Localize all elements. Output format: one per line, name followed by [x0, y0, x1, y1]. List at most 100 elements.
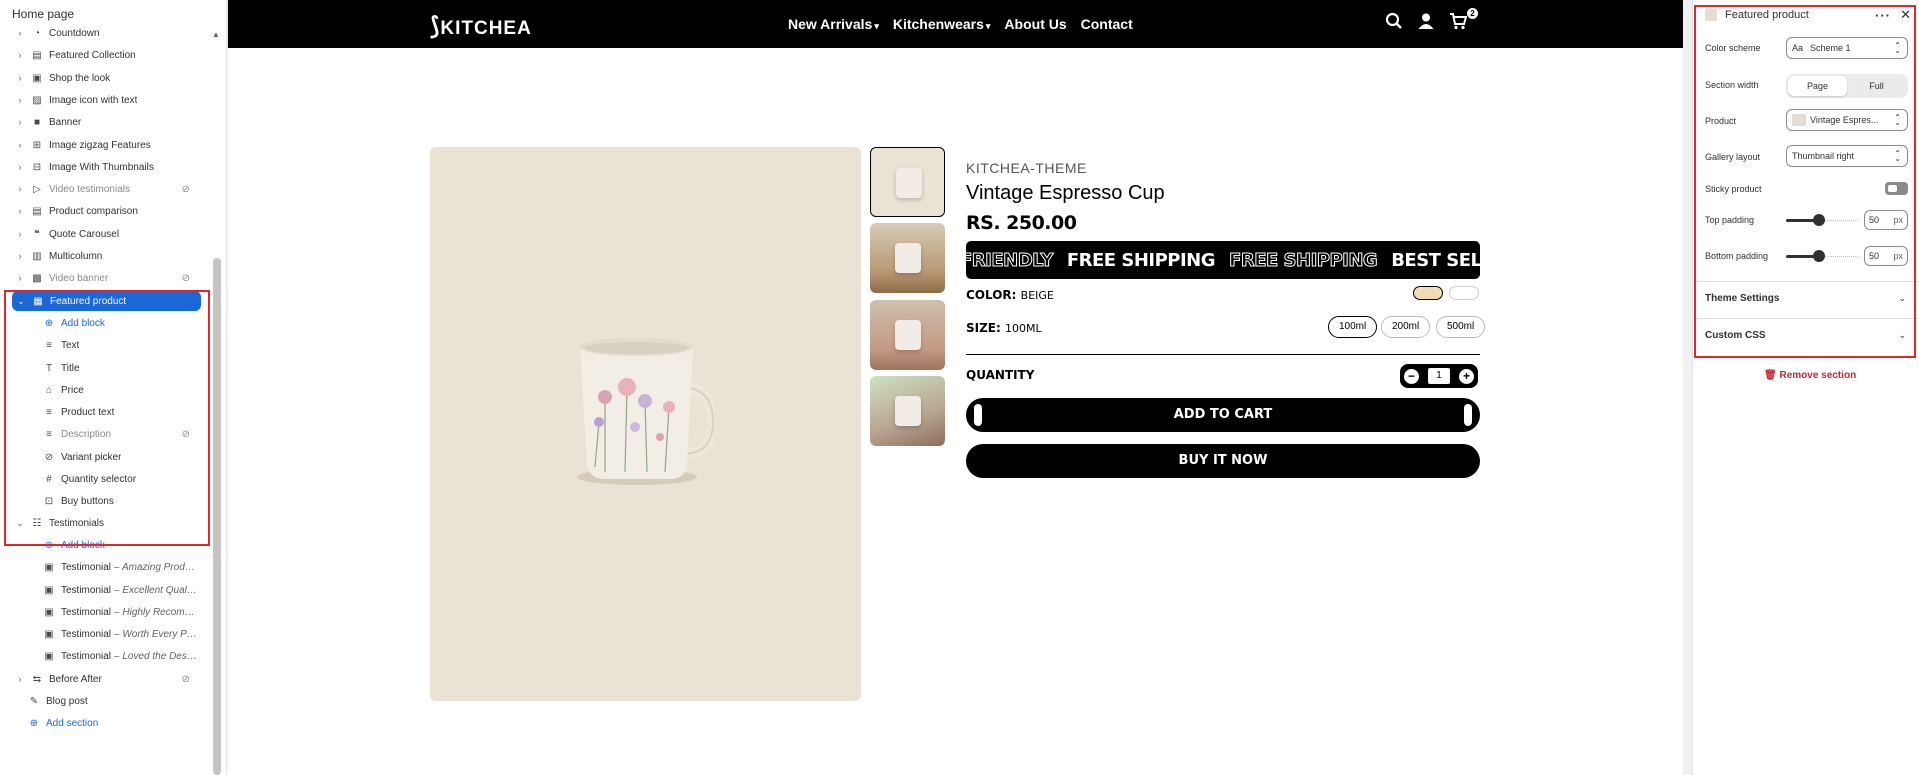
add-to-cart-button[interactable]: ADD TO CART — [966, 398, 1480, 432]
item-label: Featured Collection — [49, 49, 136, 61]
add-section-button[interactable]: ⊕ Add section — [0, 713, 210, 733]
chevron-right-icon[interactable]: › — [15, 251, 25, 261]
chevron-right-icon[interactable]: › — [15, 28, 25, 38]
hidden-eye-icon[interactable]: ⊘ — [182, 674, 190, 685]
chevron-right-icon[interactable]: › — [15, 73, 25, 83]
buy-now-button[interactable]: BUY IT NOW — [966, 444, 1480, 478]
size-button-200ml[interactable]: 200ml — [1381, 316, 1431, 338]
section-item-testimonials[interactable]: ⌄ ☷ Testimonials — [0, 513, 210, 533]
quantity-input[interactable]: 1 — [1428, 368, 1450, 384]
chevron-right-icon[interactable]: › — [15, 674, 25, 684]
nav-link[interactable]: Contact — [1081, 16, 1133, 32]
account-icon[interactable] — [1417, 12, 1435, 35]
section-item[interactable]: ✎ Blog post — [0, 691, 210, 711]
close-icon[interactable]: ✕ — [1900, 7, 1911, 23]
cart-icon[interactable] — [1449, 12, 1468, 35]
block-item[interactable]: T Title — [0, 358, 210, 378]
color-scheme-select[interactable]: Aa Scheme 1 ⌃ ⌄ — [1786, 37, 1908, 59]
section-item[interactable]: › ■ Banner — [0, 112, 210, 132]
size-button-100ml[interactable]: 100ml — [1328, 316, 1378, 338]
product-thumbnail[interactable] — [870, 300, 945, 370]
chevron-right-icon[interactable]: › — [15, 117, 25, 127]
minus-icon[interactable]: − — [1404, 368, 1419, 384]
section-item[interactable]: › ▤ Product comparison — [0, 201, 210, 221]
add-block-button[interactable]: ⊕ Add block — [0, 313, 210, 333]
color-swatch-beige[interactable] — [1413, 286, 1443, 300]
section-item[interactable]: › ▥ Multicolumn — [0, 246, 210, 266]
sticky-product-toggle[interactable] — [1885, 182, 1908, 195]
item-label: Title — [61, 362, 80, 374]
testimonial-block-item[interactable]: ▣ Testimonial – Highly Recomme... — [0, 602, 210, 622]
product-main-image[interactable] — [430, 147, 861, 701]
chevron-right-icon[interactable]: › — [15, 50, 25, 60]
chevron-right-icon[interactable]: › — [15, 140, 25, 150]
section-item[interactable]: › ▨ Image icon with text — [0, 90, 210, 110]
chevron-down-icon[interactable]: ⌄ — [16, 296, 26, 307]
testimonials-icon: ☷ — [32, 517, 42, 529]
chevron-right-icon[interactable]: › — [15, 184, 25, 194]
product-thumbnail[interactable] — [870, 223, 945, 293]
block-item[interactable]: ≡ Description ⊘ — [0, 424, 210, 444]
theme-settings-accordion[interactable]: Theme Settings ⌄ — [1705, 293, 1908, 304]
size-button-500ml[interactable]: 500ml — [1436, 316, 1486, 338]
product-picker[interactable]: Vintage Espres... ⌃ ⌄ — [1786, 109, 1908, 131]
slider-knob[interactable] — [1813, 250, 1825, 262]
hidden-eye-icon[interactable]: ⊘ — [182, 184, 190, 195]
product-thumbnail[interactable] — [870, 147, 945, 217]
section-item[interactable]: › ◔ Countdown — [0, 23, 210, 43]
thumbnail-cup-image — [895, 320, 921, 350]
section-item[interactable]: › ▣ Shop the look — [0, 68, 210, 88]
testimonial-block-item[interactable]: ▣ Testimonial – Loved the Design! — [0, 646, 210, 666]
section-width-page[interactable]: Page — [1788, 76, 1847, 96]
section-item[interactable]: › ❝ Quote Carousel — [0, 224, 210, 244]
color-swatch-white[interactable] — [1449, 286, 1479, 300]
banner-icon: ■ — [33, 116, 41, 128]
chevron-down-icon[interactable]: ⌄ — [15, 518, 25, 529]
block-item[interactable]: ⌂ Price — [0, 380, 210, 400]
nav-link[interactable]: Kitchenwears ▾ — [893, 16, 991, 32]
block-item[interactable]: ≡ Text — [0, 335, 210, 355]
chevron-right-icon[interactable]: › — [15, 162, 25, 172]
gallery-layout-select[interactable]: Thumbnail right ⌃ ⌄ — [1786, 145, 1908, 167]
hidden-eye-icon[interactable]: ⊘ — [182, 429, 190, 440]
testimonial-block-item[interactable]: ▣ Testimonial – Amazing Product! — [0, 557, 210, 577]
block-item[interactable]: ⊡ Buy buttons — [0, 491, 210, 511]
scroll-up-icon[interactable]: ▲ — [212, 30, 220, 39]
chevron-right-icon[interactable]: › — [15, 95, 25, 105]
chevron-right-icon[interactable]: › — [15, 229, 25, 239]
block-item[interactable]: ⊘ Variant picker — [0, 447, 210, 467]
product-price: RS. 250.00 — [966, 212, 1077, 234]
nav-link[interactable]: About Us — [1004, 16, 1066, 32]
add-block-button[interactable]: ⊕ Add block — [0, 535, 210, 555]
remove-section-button[interactable]: 🗑 Remove section — [1764, 370, 1856, 381]
top-padding-slider[interactable] — [1786, 212, 1858, 228]
more-options-icon[interactable]: ··· — [1875, 8, 1891, 23]
hidden-eye-icon[interactable]: ⊘ — [182, 273, 190, 284]
nav-link[interactable]: New Arrivals ▾ — [788, 16, 879, 32]
plus-icon[interactable]: + — [1459, 368, 1474, 384]
search-icon[interactable] — [1385, 12, 1403, 35]
section-item[interactable]: › ⊞ Image zigzag Features — [0, 135, 210, 155]
store-logo[interactable]: ⟆KITCHEA — [430, 12, 532, 41]
product-icon: ▦ — [33, 295, 43, 307]
block-item[interactable]: ≡ Product text — [0, 402, 210, 422]
testimonial-block-item[interactable]: ▣ Testimonial – Excellent Quality! — [0, 580, 210, 600]
section-item[interactable]: › ▩ Video banner ⊘ — [0, 268, 210, 288]
chevron-right-icon[interactable]: › — [15, 206, 25, 216]
product-thumbnail[interactable] — [870, 376, 945, 446]
section-item[interactable]: › ▷ Video testimonials ⊘ — [0, 179, 210, 199]
section-item-featured-product[interactable]: ⌄ ▦ Featured product — [12, 291, 201, 311]
section-item[interactable]: › ▤ Featured Collection — [0, 45, 210, 65]
section-item[interactable]: › ⇆ Before After ⊘ — [0, 669, 210, 689]
bottom-padding-slider[interactable] — [1786, 248, 1858, 264]
testimonial-block-item[interactable]: ▣ Testimonial – Worth Every Pen... — [0, 624, 210, 644]
section-item[interactable]: › ⊟ Image With Thumbnails — [0, 157, 210, 177]
chevron-right-icon[interactable]: › — [15, 273, 25, 283]
bottom-padding-input[interactable]: 50 px — [1864, 246, 1908, 266]
sidebar-scrollbar[interactable] — [213, 258, 221, 775]
top-padding-input[interactable]: 50 px — [1864, 210, 1908, 230]
slider-knob[interactable] — [1813, 214, 1825, 226]
section-width-full[interactable]: Full — [1847, 76, 1906, 96]
custom-css-accordion[interactable]: Custom CSS ⌄ — [1705, 330, 1908, 341]
block-item[interactable]: # Quantity selector — [0, 469, 210, 489]
